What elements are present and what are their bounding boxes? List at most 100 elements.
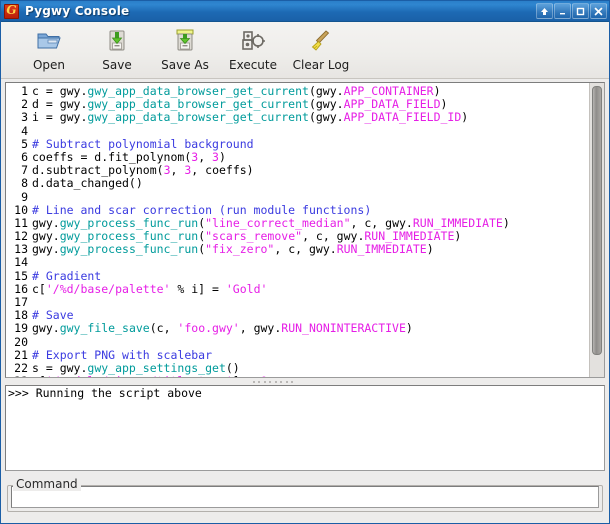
code-token-plain: s[ [32, 374, 46, 377]
command-label: Command [13, 477, 81, 491]
code-token-plain: , [198, 149, 213, 164]
code-token-plain: , [170, 163, 185, 178]
code-line: 19 gwy.gwy_file_save(c, 'foo.gwy', gwy.RU… [6, 322, 589, 335]
code-token-plain: gwy. [32, 229, 60, 244]
code-token-plain: , c, gwy. [350, 215, 413, 230]
code-token-str: "fix_zero" [205, 242, 275, 257]
code-token-comment: # Subtract polynomial background [32, 136, 254, 151]
line-number: 19 [14, 321, 28, 336]
code-token-plain: ) [461, 110, 469, 125]
code-token-str: 'foo.gwy' [177, 321, 240, 336]
console-body: 1c = gwy.gwy_app_data_browser_get_curren… [2, 80, 608, 522]
code-token-func: gwy_app_data_browser_get_current [87, 97, 309, 112]
title-bar: Pygwy Console [1, 1, 609, 22]
code-token-str: "line_correct_median" [205, 215, 351, 230]
code-token-plain: % i] = [170, 281, 226, 296]
code-token-plain: , c, gwy. [302, 229, 365, 244]
line-number: 21 [14, 347, 28, 362]
code-token-num: 3 [163, 163, 171, 178]
output-log[interactable]: >>> Running the script above [5, 385, 605, 471]
log-line: >>> Running the script above [8, 386, 202, 400]
code-token-plain: ) [433, 84, 441, 98]
shade-button[interactable] [536, 3, 553, 19]
line-number: 15 [14, 268, 28, 283]
code-token-plain: c[ [32, 281, 46, 296]
code-line: 16 c['/%d/base/palette' % i] = 'Gold' [6, 281, 589, 296]
save-button[interactable]: Save [83, 22, 151, 72]
code-token-func: gwy_app_data_browser_get_current [87, 110, 309, 125]
minimize-button[interactable] [554, 3, 571, 19]
code-token-plain: gwy. [32, 242, 60, 257]
line-number: 9 [21, 189, 28, 204]
command-frame: Command [7, 477, 603, 512]
code-token-plain: (gwy. [308, 110, 344, 125]
execute-button[interactable]: Execute [219, 22, 287, 72]
code-token-plain: ) [218, 149, 226, 164]
save-as-button-label: Save As [161, 58, 209, 72]
code-token-plain: gwy. [32, 215, 60, 230]
line-number: 23 [6, 374, 28, 377]
code-token-plain: d.subtract_polynom( [32, 163, 164, 178]
code-line: 17 [6, 295, 589, 309]
code-token-plain: ) [426, 242, 434, 257]
code-line: 23 s['/module/pixmap/title type'] = 0 [6, 374, 589, 377]
code-token-comment: # Save [32, 308, 74, 323]
script-editor-text[interactable]: 1c = gwy.gwy_app_data_browser_get_curren… [6, 83, 589, 377]
pane-splitter[interactable] [5, 378, 605, 385]
gwyddion-logo-icon [4, 3, 19, 19]
command-input[interactable] [11, 486, 599, 508]
code-token-plain: ) [405, 321, 413, 336]
clear-log-button-label: Clear Log [292, 58, 350, 72]
script-editor[interactable]: 1c = gwy.gwy_app_data_browser_get_curren… [5, 82, 605, 378]
line-number: 8 [21, 176, 28, 191]
line-number: 3 [21, 110, 28, 125]
code-token-str: "scars_remove" [205, 229, 303, 244]
code-token-num: 0 [261, 374, 268, 377]
code-token-func: gwy_file_save [59, 321, 150, 336]
code-token-plain: i = gwy. [32, 110, 88, 125]
code-token-plain: , c, gwy. [274, 242, 337, 257]
broom-clear-icon [306, 26, 336, 56]
editor-scrollbar-thumb[interactable] [592, 86, 602, 355]
line-number: 5 [21, 136, 28, 151]
save-disk-icon [102, 26, 132, 56]
open-button[interactable]: Open [15, 22, 83, 72]
code-token-str: 'Gold' [225, 281, 268, 296]
code-token-plain: (gwy. [308, 97, 344, 112]
code-token-const: APP_CONTAINER [343, 84, 434, 98]
code-token-const: RUN_IMMEDIATE [364, 229, 455, 244]
code-token-plain: ] = [233, 374, 261, 377]
clear-log-button[interactable]: Clear Log [287, 22, 355, 72]
save-as-button[interactable]: Save As [151, 22, 219, 72]
code-token-plain: , coeffs) [191, 163, 254, 178]
code-token-func: gwy_process_func_run [59, 215, 199, 230]
code-token-plain: ) [440, 97, 448, 112]
code-token-plain: coeffs = d.fit_polynom( [32, 149, 192, 164]
gears-execute-icon [238, 26, 268, 56]
code-token-plain: (c, [149, 321, 178, 336]
code-token-plain: d.data_changed() [32, 176, 143, 191]
code-token-plain: , gwy. [239, 321, 282, 336]
line-number: 4 [21, 123, 28, 138]
close-button[interactable] [590, 3, 607, 19]
code-token-comment: # Gradient [32, 268, 102, 283]
code-token-const: RUN_IMMEDIATE [336, 242, 427, 257]
code-token-plain: s = gwy. [32, 360, 88, 375]
open-folder-icon [34, 26, 64, 56]
main-toolbar: Open Save Save As Execute Clear Log [1, 22, 609, 79]
splitter-grip [253, 380, 293, 383]
code-token-func: gwy_process_func_run [59, 242, 199, 257]
code-token-plain: ) [454, 229, 462, 244]
code-token-func: gwy_process_func_run [59, 229, 199, 244]
editor-vertical-scrollbar[interactable] [589, 83, 604, 377]
code-token-plain: gwy. [32, 321, 60, 336]
save-as-disk-icon [170, 26, 200, 56]
maximize-button[interactable] [572, 3, 589, 19]
code-token-const: RUN_NONINTERACTIVE [281, 321, 406, 336]
code-token-str: '/%d/base/palette' [45, 281, 171, 296]
code-token-comment: # Line and scar correction (run module f… [32, 202, 372, 217]
code-line: 13 gwy.gwy_process_func_run("fix_zero", c… [6, 243, 589, 256]
code-token-num: 3 [212, 149, 219, 164]
save-button-label: Save [102, 58, 132, 72]
code-token-const: APP_DATA_FIELD [343, 97, 441, 112]
